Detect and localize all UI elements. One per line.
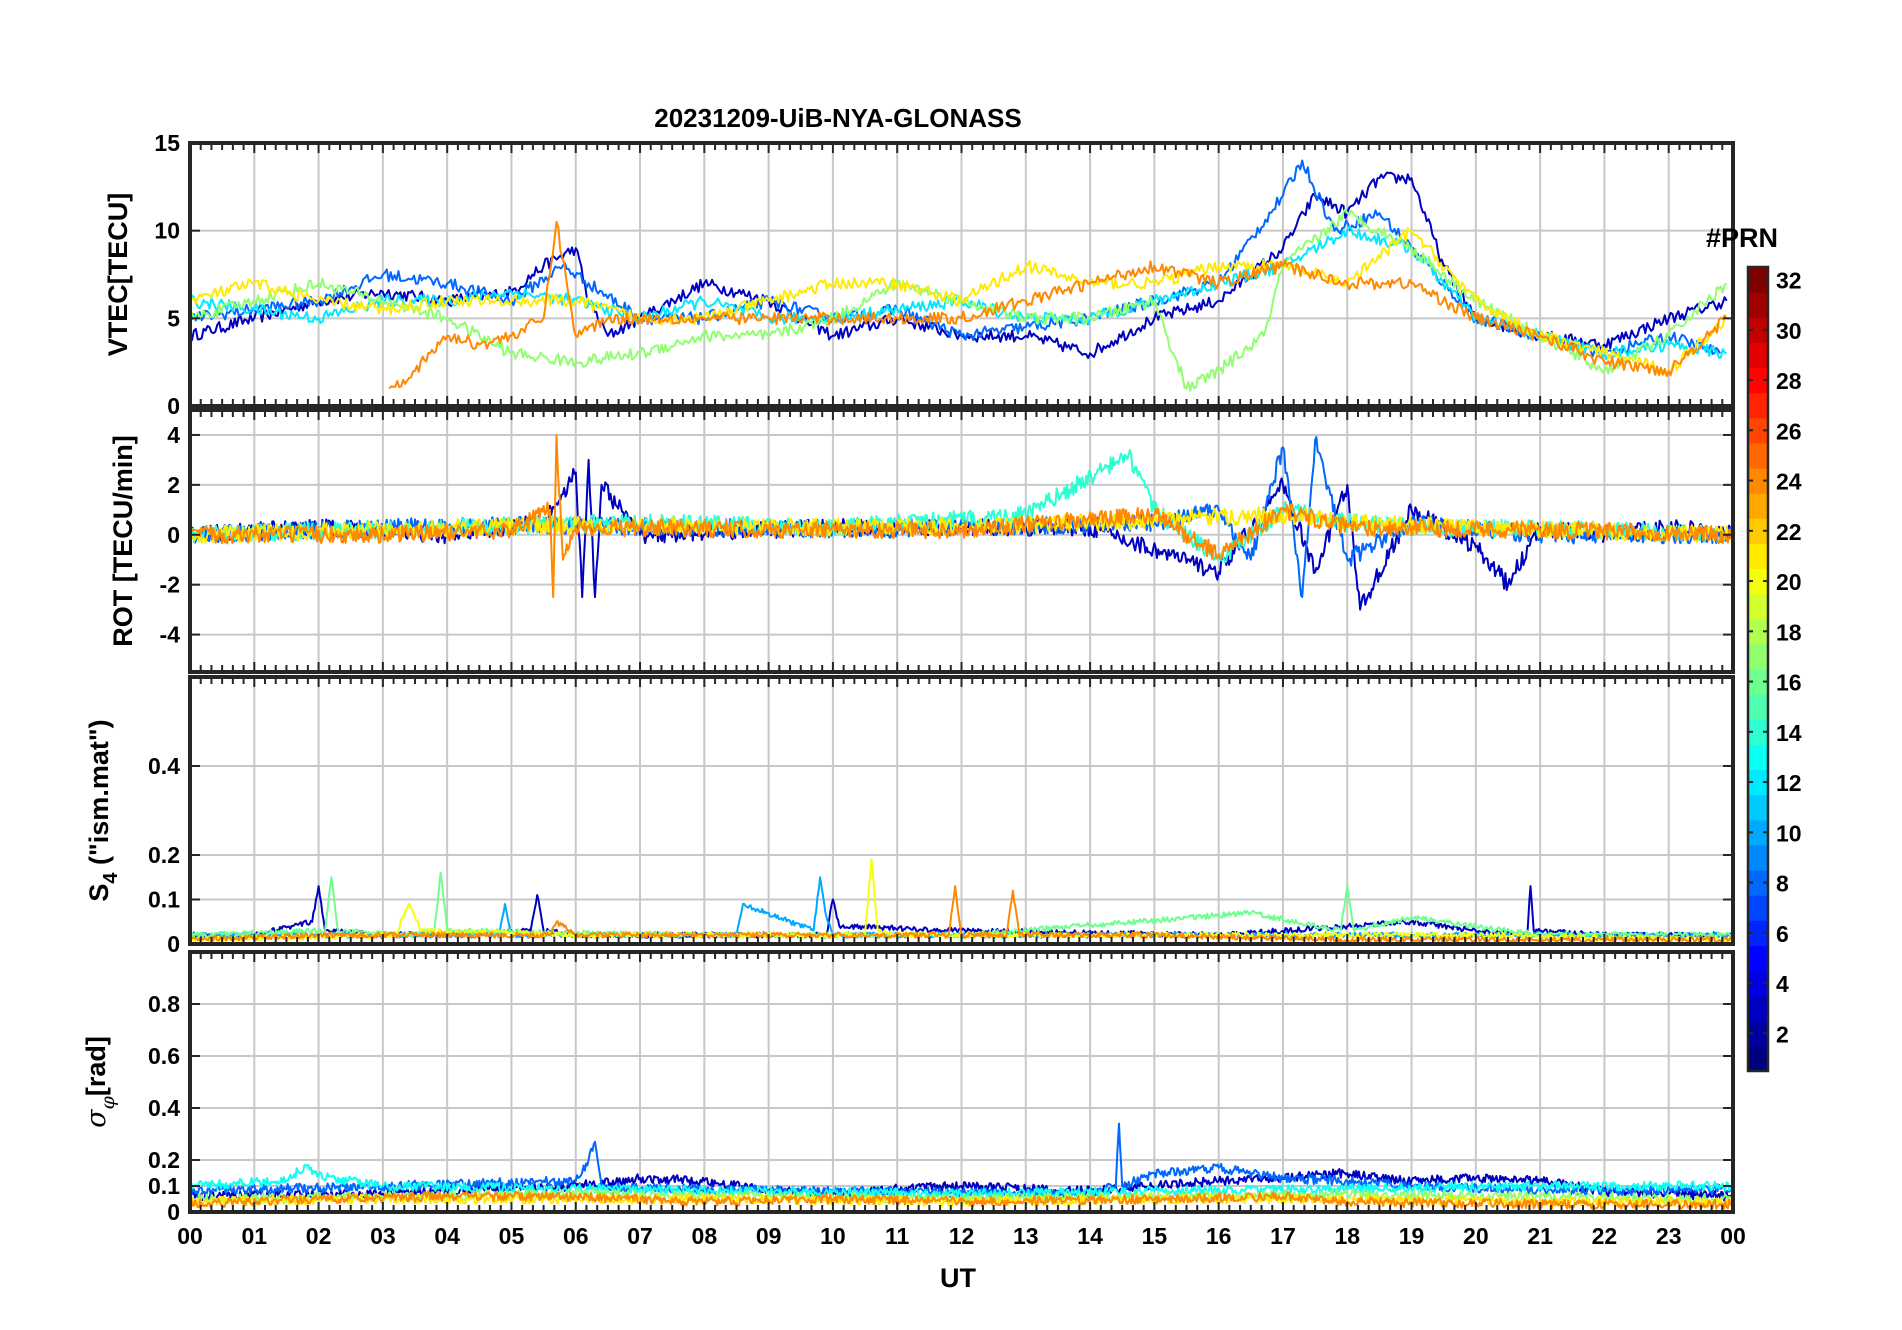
y-tick-label: 0.4: [148, 1095, 180, 1121]
colorbar-tick-label: 22: [1776, 519, 1802, 545]
colorbar-segment: [1748, 543, 1768, 570]
colorbar-tick-label: 20: [1776, 569, 1802, 595]
x-tick-label: 22: [1592, 1223, 1618, 1249]
y-tick-label: 0: [167, 1199, 180, 1225]
colorbar-segment: [1748, 794, 1768, 821]
x-tick-label: 00: [1720, 1223, 1746, 1249]
x-tick-label: 23: [1656, 1223, 1682, 1249]
vtec-y-axis-title: VTEC[TECU]: [103, 193, 133, 357]
x-tick-label: 15: [1142, 1223, 1168, 1249]
x-tick-label: 02: [306, 1223, 332, 1249]
s4-panel: 0 0.1 0.2 0.4 S4 ("ism.mat"): [84, 675, 1735, 957]
x-tick-label: 21: [1527, 1223, 1553, 1249]
y-tick-label: 15: [154, 130, 180, 156]
colorbar-tick-label: 32: [1776, 268, 1802, 294]
x-tick-label: 10: [820, 1223, 846, 1249]
x-tick-label: 01: [241, 1223, 267, 1249]
s4-y-axis-title: S4 ("ism.mat"): [84, 719, 122, 901]
y-tick-label: 4: [167, 422, 180, 448]
x-tick-label: 06: [563, 1223, 589, 1249]
colorbar-tick-label: 6: [1776, 921, 1789, 947]
colorbar-segment: [1748, 643, 1768, 670]
y-tick-label: 0: [167, 522, 180, 548]
colorbar-tick-label: 30: [1776, 318, 1802, 344]
x-tick-label: 00: [177, 1223, 203, 1249]
y-tick-label: 0.8: [148, 991, 180, 1017]
colorbar: 2468101214161820222426283032: [1746, 265, 1802, 1073]
colorbar-segment: [1748, 593, 1768, 620]
x-tick-label: 07: [627, 1223, 653, 1249]
colorbar-segment: [1748, 694, 1768, 720]
colorbar-tick-label: 4: [1776, 971, 1789, 997]
x-axis-title: UT: [940, 1263, 976, 1293]
x-tick-label: 14: [1077, 1223, 1103, 1249]
y-tick-label: 0: [167, 931, 180, 957]
x-tick-label: 03: [370, 1223, 396, 1249]
colorbar-tick-label: 24: [1776, 469, 1802, 495]
x-tick-label: 19: [1399, 1223, 1425, 1249]
y-tick-label: -2: [160, 572, 180, 598]
y-tick-label: 0.2: [148, 1147, 180, 1173]
colorbar-title: #PRN: [1706, 223, 1778, 253]
figure: 20231209-UiB-NYA-GLONASS 051015VTEC[TECU…: [81, 103, 1802, 1293]
x-tick-label: 18: [1334, 1223, 1360, 1249]
colorbar-tick-label: 14: [1776, 720, 1802, 746]
colorbar-tick-label: 26: [1776, 418, 1802, 444]
y-tick-label: 0: [167, 393, 180, 419]
colorbar-segment: [1748, 895, 1768, 921]
x-tick-label: 12: [949, 1223, 975, 1249]
colorbar-segment: [1748, 392, 1768, 419]
x-tick-label: 04: [434, 1223, 460, 1249]
colorbar-tick-label: 8: [1776, 871, 1789, 897]
x-tick-label: 08: [692, 1223, 718, 1249]
colorbar-tick-label: 18: [1776, 619, 1802, 645]
y-tick-label: 0.2: [148, 842, 180, 868]
y-tick-label: -4: [160, 622, 181, 648]
y-tick-label: 0.4: [148, 753, 180, 779]
x-tick-label: 05: [499, 1223, 525, 1249]
x-axis-tick-labels: 00 01 02 03 04 05 06 07 08 09 10 11 12 13 14 15 16 17 18 19…: [177, 1223, 1746, 1249]
x-tick-label: 11: [885, 1223, 910, 1249]
colorbar-segment: [1748, 442, 1768, 469]
rot-y-axis-title: ROT [TECU/min]: [108, 435, 138, 646]
y-tick-label: 0.1: [148, 1173, 180, 1199]
colorbar-segment: [1748, 995, 1768, 1022]
sigma-y-axis-title: σφ[rad]: [81, 1036, 119, 1128]
colorbar-tick-label: 2: [1776, 1021, 1789, 1047]
colorbar-segment: [1748, 342, 1768, 369]
rot-panel: -4 -2 0 2 4 ROT [TECU/min]: [108, 408, 1735, 674]
x-tick-label: 17: [1270, 1223, 1296, 1249]
y-tick-label: 2: [167, 472, 180, 498]
x-tick-label: 16: [1206, 1223, 1232, 1249]
y-tick-label: 10: [154, 218, 180, 244]
colorbar-segment: [1748, 1045, 1768, 1072]
y-tick-label: 0.6: [148, 1043, 180, 1069]
y-tick-label: 0.1: [148, 887, 180, 913]
colorbar-tick-label: 12: [1776, 770, 1802, 796]
colorbar-segment: [1748, 844, 1768, 871]
colorbar-segment: [1748, 493, 1768, 519]
vtec-panel: 0 5 10 15 VTEC[TECU]: [103, 130, 1735, 419]
colorbar-tick-label: 10: [1776, 820, 1802, 846]
colorbar-segment: [1748, 744, 1768, 771]
sigma-panel: 00.10.2 0.4 0.6 0.8 σφ[rad]: [81, 950, 1735, 1225]
colorbar-tick-label: 28: [1776, 368, 1802, 394]
colorbar-segment: [1748, 945, 1768, 972]
x-tick-label: 13: [1013, 1223, 1039, 1249]
y-tick-label: 5: [167, 305, 180, 331]
figure-title: 20231209-UiB-NYA-GLONASS: [654, 103, 1022, 133]
colorbar-segment: [1748, 292, 1768, 318]
x-tick-label: 09: [756, 1223, 782, 1249]
x-tick-label: 20: [1463, 1223, 1489, 1249]
colorbar-tick-label: 16: [1776, 670, 1802, 696]
